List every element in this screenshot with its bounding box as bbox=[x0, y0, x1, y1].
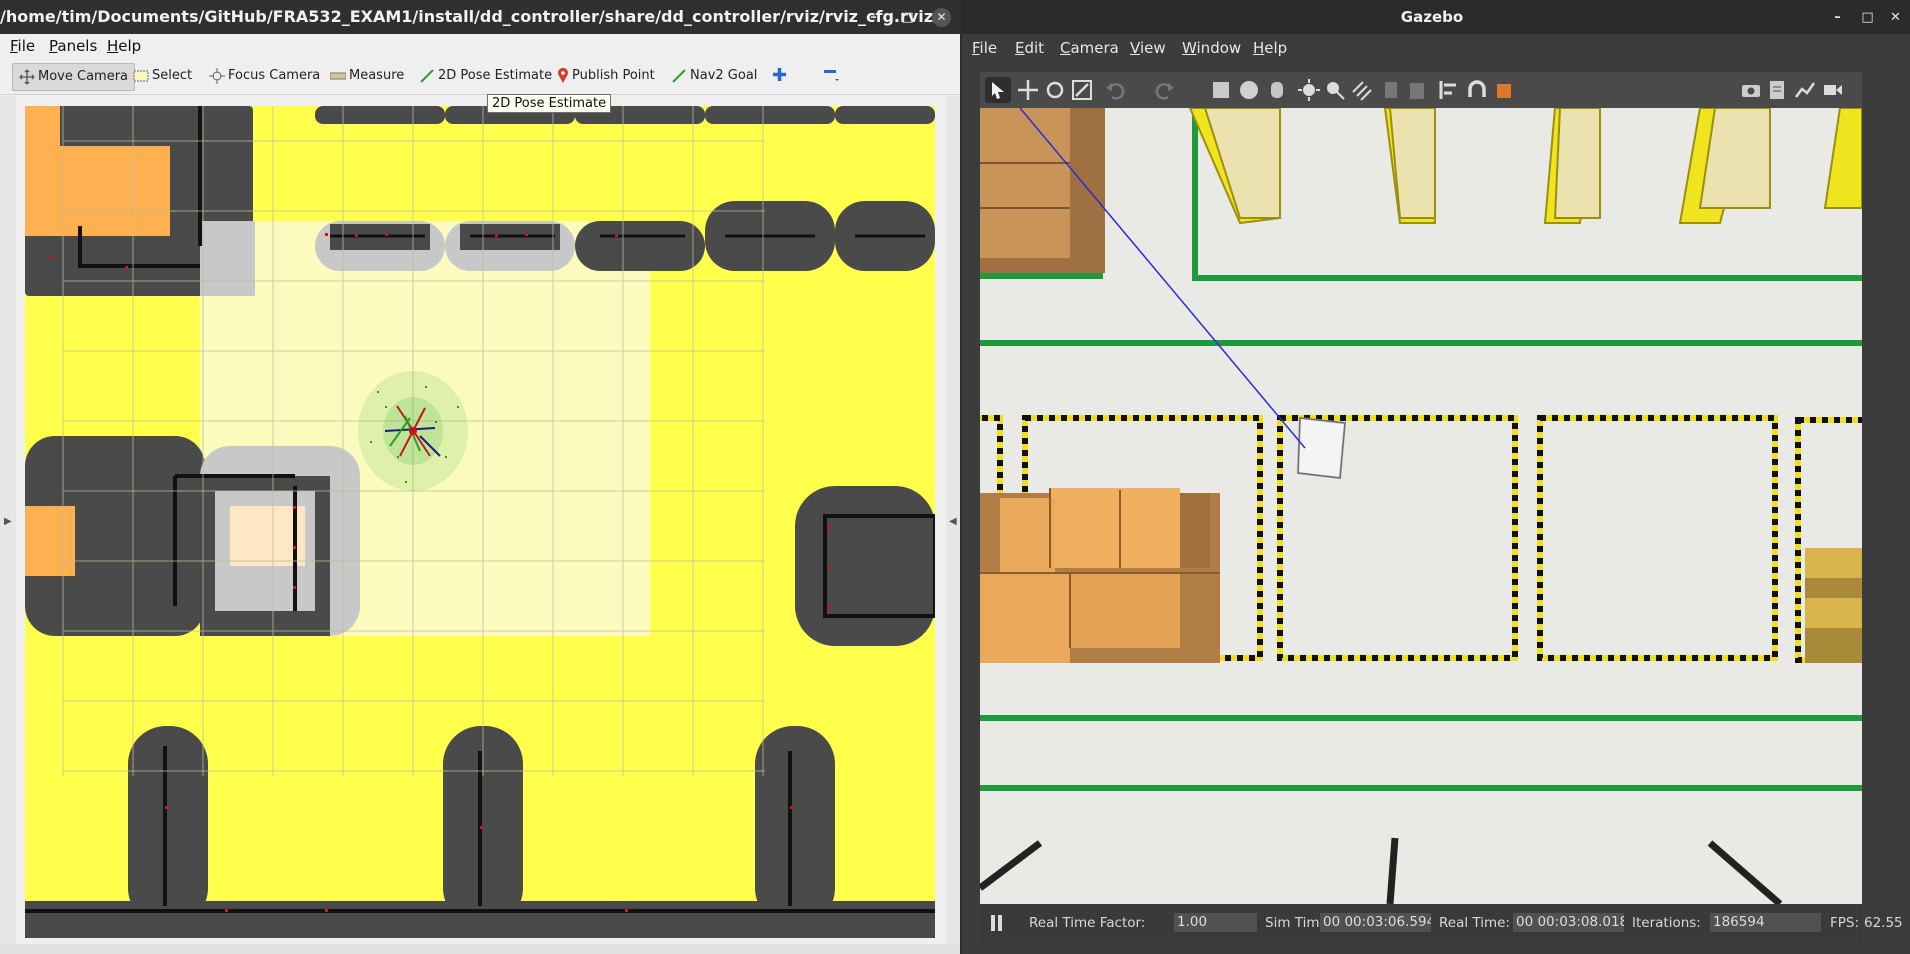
minus-icon bbox=[824, 70, 839, 81]
gazebo-status-bar: Real Time Factor: 1.00 Sim Time: 00 00:0… bbox=[980, 904, 1903, 942]
translate-mode-icon[interactable] bbox=[1015, 77, 1041, 103]
focus-camera-button[interactable]: Focus Camera bbox=[209, 63, 320, 89]
cylinder-shape-icon[interactable] bbox=[1264, 77, 1290, 103]
box-stack-right bbox=[1805, 548, 1862, 663]
paste-icon[interactable] bbox=[1404, 77, 1430, 103]
menu-view[interactable]: View bbox=[1130, 39, 1166, 57]
real-time-value: 00 00:03:08.018 bbox=[1513, 913, 1624, 932]
iterations-value: 186594 bbox=[1710, 913, 1821, 932]
right-dock-handle[interactable]: ◀ bbox=[946, 96, 960, 944]
green-arrow-icon bbox=[420, 68, 434, 83]
log-icon[interactable] bbox=[1764, 77, 1790, 103]
gazebo-window: Gazebo – □ ✕ File Edit Camera View Windo… bbox=[962, 0, 1910, 954]
change-view-icon[interactable] bbox=[1492, 77, 1518, 103]
focus-camera-label: Focus Camera bbox=[228, 68, 321, 83]
gazebo-window-title: Gazebo bbox=[1400, 8, 1464, 26]
publish-point-label: Publish Point bbox=[572, 68, 655, 83]
map-pin-icon bbox=[558, 67, 568, 83]
rtf-value: 1.00 bbox=[1174, 913, 1257, 932]
pose-estimate-label: 2D Pose Estimate bbox=[438, 68, 553, 83]
select-icon bbox=[133, 70, 149, 81]
rviz-3d-view[interactable] bbox=[25, 106, 935, 938]
green-arrow-icon bbox=[672, 68, 686, 83]
plot-icon[interactable] bbox=[1792, 77, 1818, 103]
point-light-icon[interactable] bbox=[1296, 77, 1322, 103]
nav2-goal-button[interactable]: Nav2 Goal bbox=[671, 63, 757, 89]
move-camera-icon bbox=[19, 69, 35, 84]
fps-label: FPS: bbox=[1830, 915, 1860, 931]
snap-icon[interactable] bbox=[1464, 77, 1490, 103]
left-dock-handle[interactable]: ▶ bbox=[0, 96, 16, 944]
box-stack-middle bbox=[980, 488, 1220, 663]
gazebo-3d-scene[interactable] bbox=[980, 108, 1862, 904]
close-icon[interactable]: ✕ bbox=[932, 8, 951, 27]
ruler-icon bbox=[330, 72, 346, 79]
rviz-tool-bar: Move Camera Select Focus Camera Measure … bbox=[0, 60, 960, 95]
video-record-icon[interactable] bbox=[1820, 77, 1846, 103]
move-camera-button[interactable]: Move Camera bbox=[12, 63, 136, 91]
gazebo-tool-bar bbox=[980, 72, 1862, 108]
rviz-menu-bar: File Panels Help bbox=[0, 34, 960, 58]
menu-file[interactable]: File bbox=[10, 37, 35, 55]
minimize-icon[interactable]: – bbox=[864, 8, 883, 27]
rviz-title-bar: /home/tim/Documents/GitHub/FRA532_EXAM1/… bbox=[0, 0, 960, 60]
nav2-goal-label: Nav2 Goal bbox=[690, 68, 758, 83]
rviz-window: /home/tim/Documents/GitHub/FRA532_EXAM1/… bbox=[0, 0, 960, 954]
gazebo-menu-bar: File Edit Camera View Window Help bbox=[962, 34, 1910, 62]
maximize-icon[interactable]: □ bbox=[1858, 8, 1877, 27]
rtf-label: Real Time Factor: bbox=[1029, 915, 1146, 931]
undo-icon[interactable] bbox=[1102, 77, 1128, 103]
publish-point-button[interactable]: Publish Point bbox=[557, 63, 655, 89]
menu-window[interactable]: Window bbox=[1182, 39, 1241, 57]
warehouse-scene[interactable] bbox=[980, 108, 1862, 904]
move-camera-label: Move Camera bbox=[38, 69, 129, 84]
copy-icon[interactable] bbox=[1378, 77, 1404, 103]
select-mode-icon[interactable] bbox=[985, 77, 1011, 103]
add-tool-icon[interactable]: ✚ bbox=[772, 63, 787, 89]
gazebo-title-bar: Gazebo – □ ✕ bbox=[962, 0, 1910, 34]
select-label: Select bbox=[152, 68, 193, 83]
select-button[interactable]: Select bbox=[133, 63, 192, 89]
screenshot-icon[interactable] bbox=[1738, 77, 1764, 103]
robot-model bbox=[1296, 416, 1347, 480]
pause-icon[interactable] bbox=[990, 914, 1004, 936]
scale-mode-icon[interactable] bbox=[1069, 77, 1095, 103]
iterations-label: Iterations: bbox=[1632, 915, 1701, 931]
close-icon[interactable]: ✕ bbox=[1886, 8, 1905, 27]
focus-camera-icon bbox=[209, 67, 225, 84]
fps-value: 62.55 bbox=[1864, 915, 1903, 931]
measure-label: Measure bbox=[349, 68, 405, 83]
sphere-shape-icon[interactable] bbox=[1236, 77, 1262, 103]
menu-help[interactable]: Help bbox=[107, 37, 141, 55]
real-time-label: Real Time: bbox=[1439, 915, 1510, 931]
directional-light-icon[interactable] bbox=[1348, 77, 1374, 103]
menu-edit[interactable]: Edit bbox=[1015, 39, 1044, 57]
align-icon[interactable] bbox=[1436, 77, 1462, 103]
menu-file[interactable]: File bbox=[972, 39, 997, 57]
menu-panels[interactable]: Panels bbox=[49, 37, 97, 55]
particle-cloud bbox=[358, 371, 468, 491]
minimize-icon[interactable]: – bbox=[1828, 8, 1847, 27]
rotate-mode-icon[interactable] bbox=[1042, 77, 1068, 103]
measure-button[interactable]: Measure bbox=[330, 63, 404, 89]
rviz-status-bar bbox=[0, 944, 960, 954]
box-stack-top bbox=[980, 108, 1105, 273]
spot-light-icon[interactable] bbox=[1322, 77, 1348, 103]
redo-icon[interactable] bbox=[1152, 77, 1178, 103]
tooltip: 2D Pose Estimate bbox=[487, 94, 612, 113]
menu-camera[interactable]: Camera bbox=[1060, 39, 1119, 57]
remove-tool-button[interactable] bbox=[822, 63, 840, 89]
menu-help[interactable]: Help bbox=[1253, 39, 1287, 57]
box-shape-icon[interactable] bbox=[1208, 77, 1234, 103]
maximize-icon[interactable]: □ bbox=[898, 8, 917, 27]
costmap-view[interactable] bbox=[25, 106, 935, 938]
sim-time-value: 00 00:03:06.594 bbox=[1320, 913, 1431, 932]
pose-estimate-button[interactable]: 2D Pose Estimate bbox=[419, 63, 552, 89]
